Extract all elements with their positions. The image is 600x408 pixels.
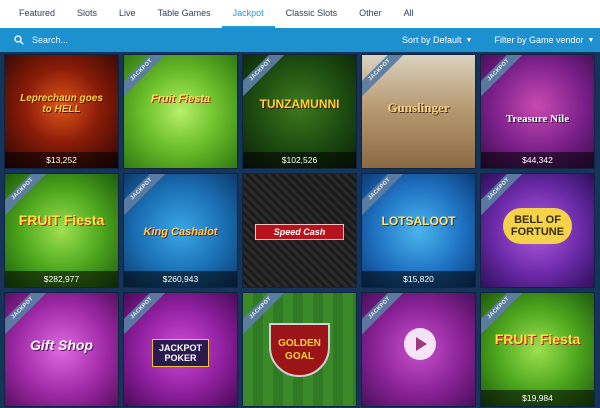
filter-toolbar: Sort by Default ▼ Filter by Game vendor … bbox=[0, 28, 600, 52]
sort-dropdown[interactable]: Sort by Default ▼ bbox=[402, 28, 472, 52]
sort-label: Sort by Default bbox=[402, 35, 462, 45]
game-title: BELL OF FORTUNE bbox=[503, 208, 572, 244]
tab-jackpot[interactable]: Jackpot bbox=[221, 0, 275, 28]
game-title: TUNZAMUNNI bbox=[259, 97, 340, 111]
game-tile[interactable]: King Cashalot JACKPOT $260,943 bbox=[123, 173, 238, 288]
game-tile[interactable]: Gift Shop JACKPOT bbox=[4, 292, 119, 407]
game-tile[interactable]: Speed Cash bbox=[242, 173, 357, 288]
game-title: FRUIT Fiesta bbox=[494, 331, 581, 347]
game-tile[interactable]: FRUIT Fiesta JACKPOT $282,977 bbox=[4, 173, 119, 288]
game-tile[interactable]: TUNZAMUNNI JACKPOT $102,526 bbox=[242, 54, 357, 169]
game-title: Gunslinger bbox=[387, 100, 450, 115]
game-tile[interactable]: JACKPOT POKER JACKPOT bbox=[123, 292, 238, 407]
game-tile[interactable]: Treasure Nile JACKPOT $44,342 bbox=[480, 54, 595, 169]
game-tile[interactable]: Gunslinger JACKPOT bbox=[361, 54, 476, 169]
jackpot-amount: $260,943 bbox=[124, 271, 237, 287]
game-title: Leprechaun goes to HELL bbox=[20, 93, 103, 115]
tab-other[interactable]: Other bbox=[348, 0, 393, 28]
game-title: FRUIT Fiesta bbox=[18, 212, 105, 228]
jackpot-amount: $102,526 bbox=[243, 152, 356, 168]
game-tile[interactable]: Leprechaun goes to HELL $13,252 bbox=[4, 54, 119, 169]
search-box[interactable] bbox=[14, 28, 394, 52]
jackpot-amount: $44,342 bbox=[481, 152, 594, 168]
search-input[interactable] bbox=[32, 35, 332, 45]
vendor-filter-label: Filter by Game vendor bbox=[494, 35, 584, 45]
jackpot-amount: $15,820 bbox=[362, 271, 475, 287]
game-grid: Leprechaun goes to HELL $13,252 Fruit Fi… bbox=[4, 54, 598, 408]
game-tile[interactable]: Fruit Fiesta JACKPOT bbox=[123, 54, 238, 169]
game-tile[interactable]: BELL OF FORTUNE JACKPOT bbox=[480, 173, 595, 288]
jackpot-amount: $282,977 bbox=[5, 271, 118, 287]
game-title: Gift Shop bbox=[30, 337, 93, 353]
tab-featured[interactable]: Featured bbox=[8, 0, 66, 28]
game-tile[interactable]: GOLDEN GOAL JACKPOT bbox=[242, 292, 357, 407]
chevron-down-icon: ▼ bbox=[587, 36, 595, 44]
tab-all[interactable]: All bbox=[393, 0, 425, 28]
game-tile[interactable]: LOTSALOOT JACKPOT $15,820 bbox=[361, 173, 476, 288]
game-title: LOTSALOOT bbox=[381, 214, 456, 228]
play-button[interactable] bbox=[404, 328, 436, 360]
jackpot-amount: $13,252 bbox=[5, 152, 118, 168]
vendor-filter-dropdown[interactable]: Filter by Game vendor ▼ bbox=[494, 28, 594, 52]
category-tabs: Featured Slots Live Table Games Jackpot … bbox=[0, 0, 600, 28]
jackpot-amount: $19,984 bbox=[481, 390, 594, 406]
game-tile[interactable]: FRUIT Fiesta JACKPOT $19,984 bbox=[480, 292, 595, 407]
play-icon bbox=[416, 337, 427, 351]
tab-classic-slots[interactable]: Classic Slots bbox=[275, 0, 349, 28]
tab-live[interactable]: Live bbox=[108, 0, 147, 28]
tab-table-games[interactable]: Table Games bbox=[147, 0, 222, 28]
game-title: Speed Cash bbox=[255, 224, 344, 240]
game-title: Fruit Fiesta bbox=[150, 93, 211, 105]
search-icon bbox=[14, 35, 24, 45]
game-tile[interactable]: JACKPOT bbox=[361, 292, 476, 407]
chevron-down-icon: ▼ bbox=[465, 36, 473, 44]
game-title: JACKPOT POKER bbox=[152, 339, 209, 367]
tab-slots[interactable]: Slots bbox=[66, 0, 108, 28]
game-title: King Cashalot bbox=[143, 226, 218, 238]
game-title: Treasure Nile bbox=[505, 113, 570, 125]
